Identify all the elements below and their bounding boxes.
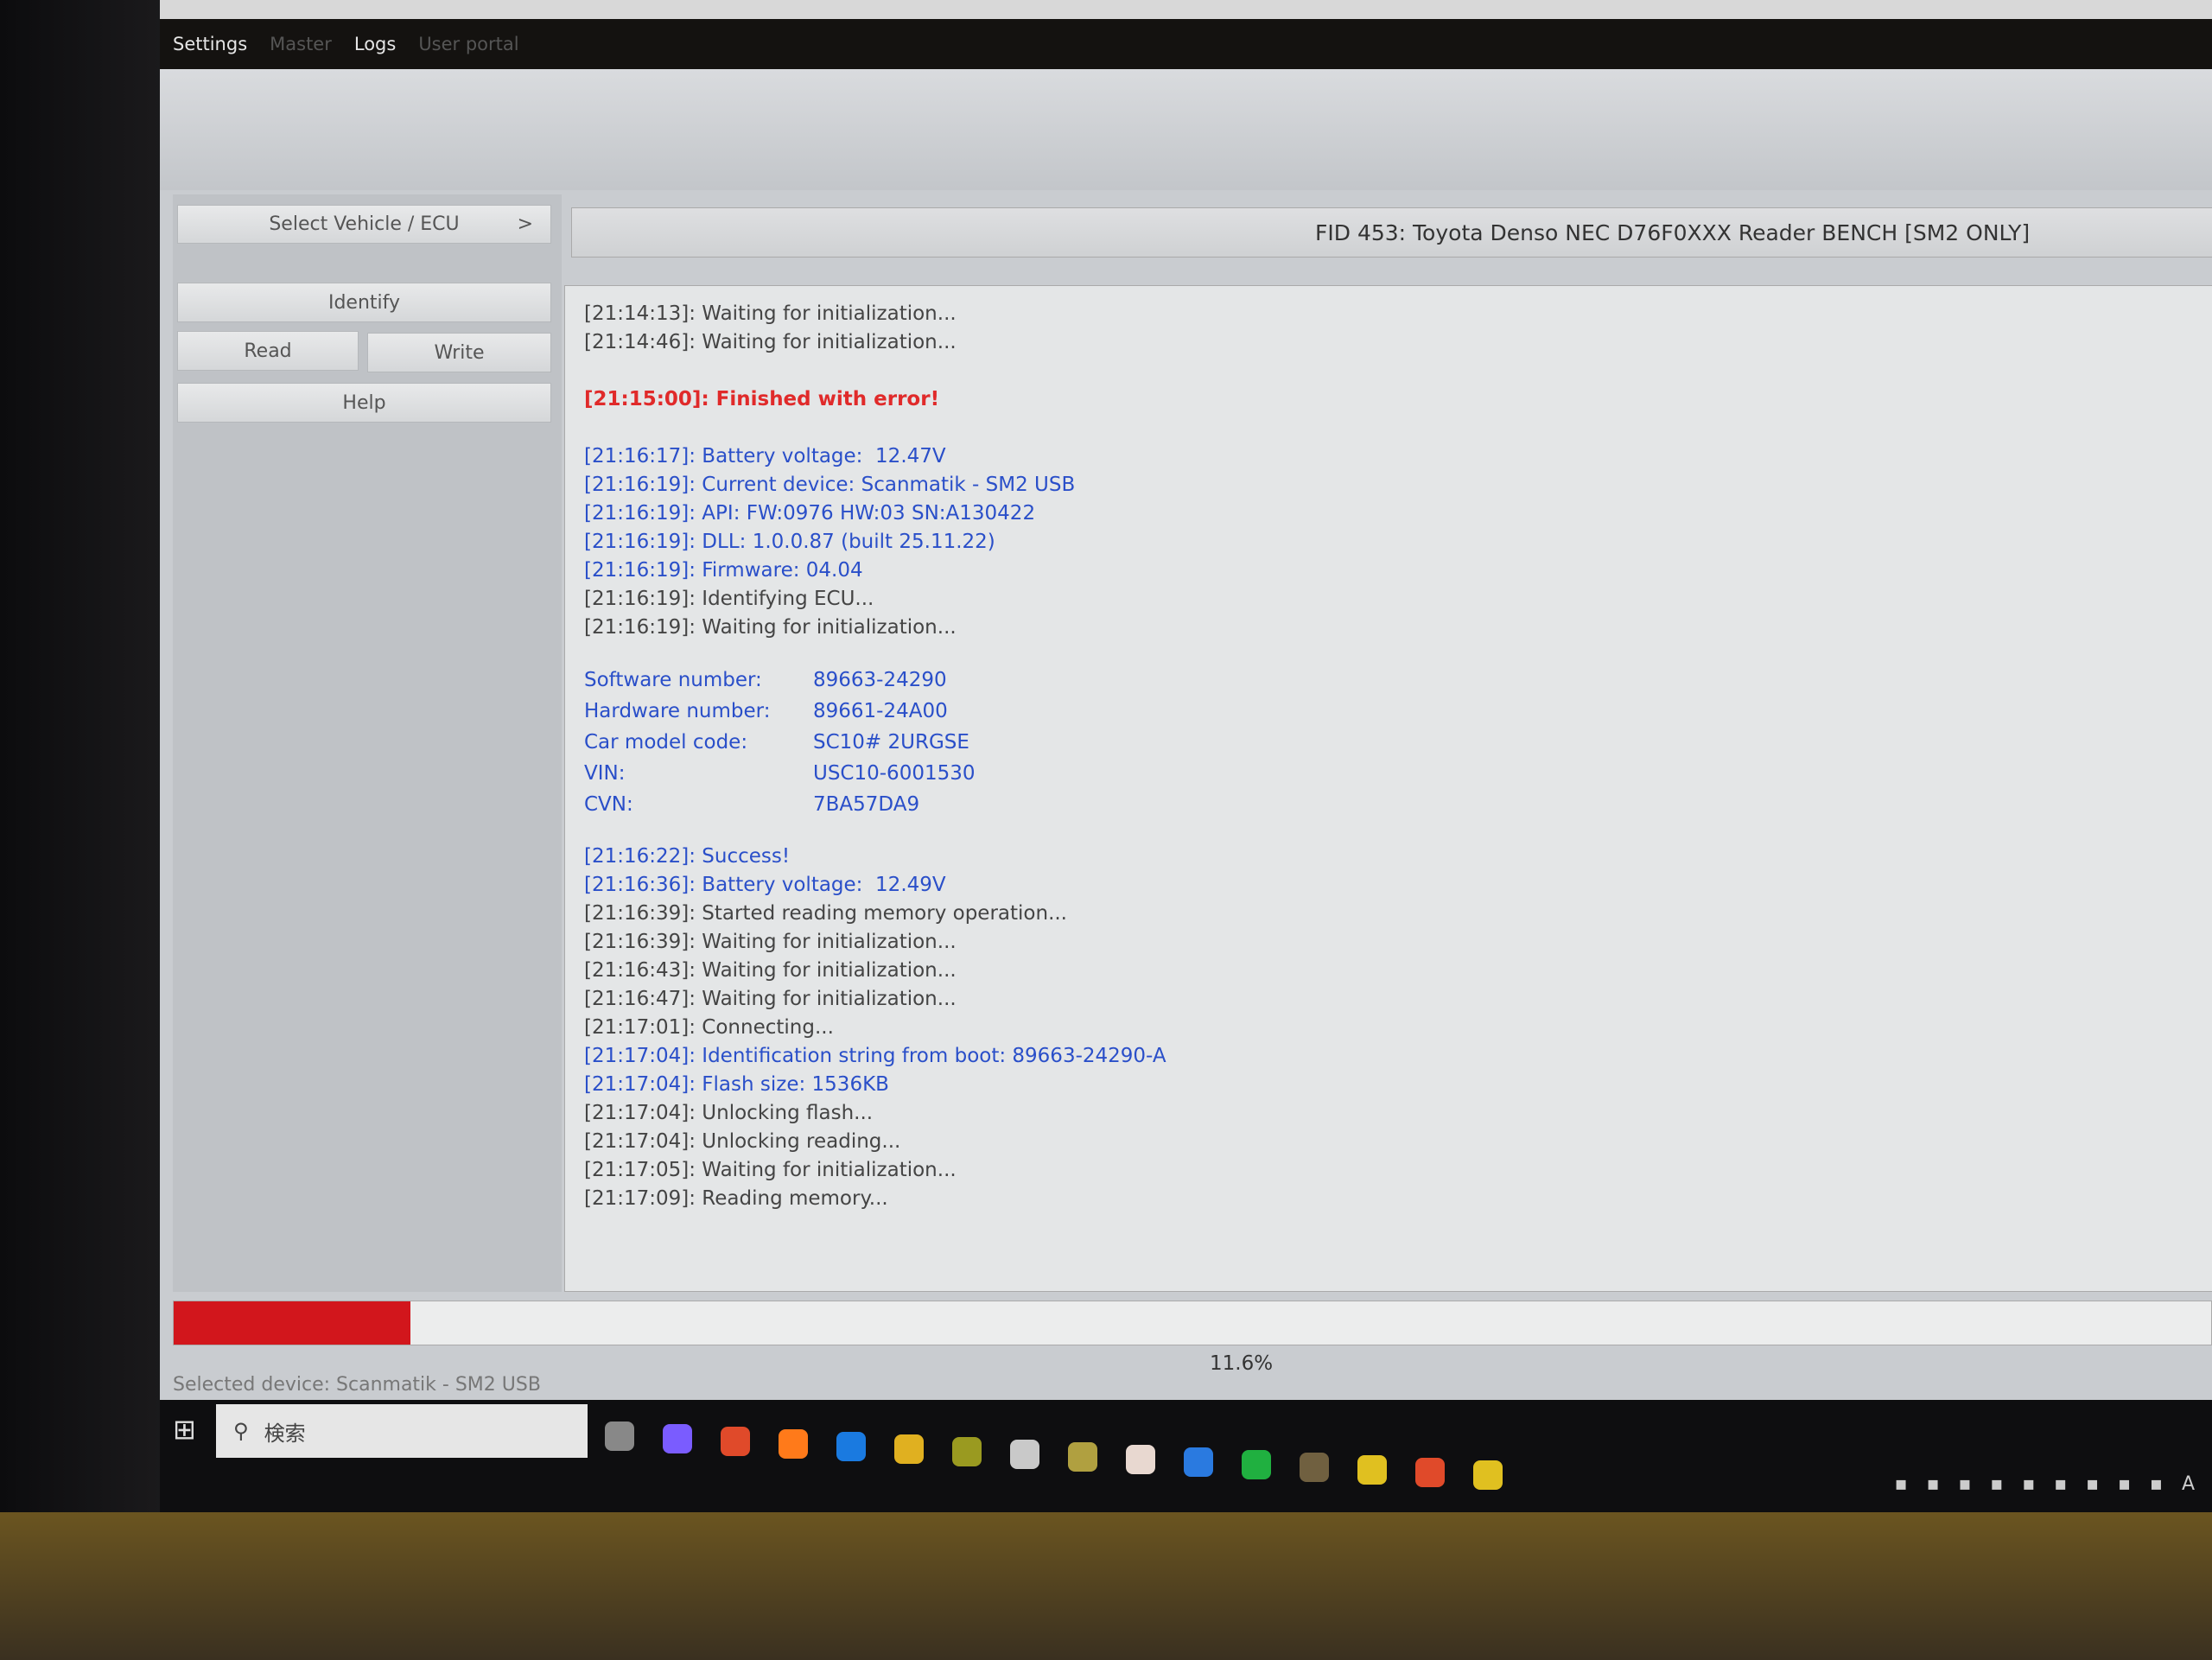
battery-icon[interactable]: ▪ — [1958, 1473, 1971, 1495]
windows-start-icon[interactable]: ⊞ — [173, 1413, 196, 1446]
ecu-info-value: 89661-24A00 — [813, 700, 948, 722]
log-line: [21:16:43]: Waiting for initialization..… — [584, 959, 957, 982]
select-vehicle-button[interactable]: Select Vehicle / ECU > — [177, 205, 551, 244]
log-line: [21:16:47]: Waiting for initialization..… — [584, 988, 957, 1010]
ecu-info-row: VIN: USC10-6001530 — [584, 760, 2195, 791]
write-button[interactable]: Write — [367, 333, 551, 372]
log-lines-2: [21:16:22]: Success! [21:16:36]: Battery … — [584, 843, 2195, 1213]
log-line: [21:17:04]: Identification string from b… — [584, 1045, 1166, 1067]
search-icon: ⚲ — [233, 1419, 249, 1443]
bluetooth-icon[interactable]: ▪ — [2054, 1473, 2067, 1495]
app-tray-icon[interactable]: ▪ — [2022, 1473, 2035, 1495]
file-explorer-icon[interactable] — [894, 1434, 924, 1464]
menu-master: Master — [270, 34, 332, 54]
onedrive-icon[interactable]: ▪ — [1990, 1473, 2003, 1495]
ecu-info-row: Car model code: SC10# 2URGSE — [584, 728, 2195, 760]
app-green-icon[interactable] — [952, 1437, 982, 1466]
ecu-info: Software number: 89663-24290 Hardware numb… — [584, 666, 2195, 822]
ecu-info-row: Software number: 89663-24290 — [584, 666, 2195, 697]
menu-bar: Settings Master Logs User portal — [160, 19, 2212, 69]
defender-icon[interactable]: ▪ — [2086, 1473, 2099, 1495]
menu-settings[interactable]: Settings — [173, 34, 247, 54]
whatsapp-icon[interactable] — [1242, 1450, 1271, 1479]
log-line: [21:16:22]: Success! — [584, 845, 791, 868]
task-view-icon[interactable] — [605, 1421, 634, 1451]
log-panel[interactable]: [21:14:13]: Waiting for initialization..… — [564, 285, 2212, 1292]
log-line: [21:17:05]: Waiting for initialization..… — [584, 1159, 957, 1181]
log-line: [21:16:19]: Current device: Scanmatik - … — [584, 474, 1076, 496]
chevron-right-icon: > — [517, 213, 533, 235]
laptop-body — [0, 1512, 2212, 1660]
ecu-info-value: 7BA57DA9 — [813, 793, 920, 816]
mute-icon[interactable]: ▪ — [2150, 1473, 2163, 1495]
taskbar: ⊞ ⚲ 検索 ▪ ▪ ▪ ▪ ▪ ▪ ▪ ▪ ▪ A — [160, 1400, 2212, 1512]
laptop-bezel — [0, 0, 164, 1660]
screen: Settings Master Logs User portal Select … — [160, 0, 2212, 1512]
read-button[interactable]: Read — [177, 331, 359, 371]
ecu-info-key: Car model code: — [584, 731, 748, 754]
ecu-info-key: CVN: — [584, 793, 633, 816]
firefox-icon[interactable] — [779, 1429, 808, 1459]
app-yellow-icon[interactable] — [1357, 1455, 1387, 1485]
header-banner — [160, 69, 2212, 190]
progress-percent: 11.6% — [1210, 1352, 1274, 1375]
chrome-2-icon[interactable] — [1415, 1458, 1445, 1487]
ecu-info-key: Hardware number: — [584, 700, 771, 722]
log-line: [21:17:04]: Unlocking reading... — [584, 1130, 901, 1153]
log-line: [21:16:19]: Identifying ECU... — [584, 588, 874, 610]
log-line: [21:16:39]: Started reading memory opera… — [584, 902, 1067, 925]
fid-title: FID 453: Toyota Denso NEC D76F0XXX Reade… — [571, 207, 2212, 258]
ecu-info-value: USC10-6001530 — [813, 762, 976, 785]
log-line: [21:17:04]: Unlocking flash... — [584, 1102, 874, 1124]
app-media-icon[interactable] — [1010, 1440, 1039, 1469]
ecu-info-row: CVN: 7BA57DA9 — [584, 791, 2195, 822]
taskbar-search[interactable]: ⚲ 検索 — [216, 1404, 588, 1458]
search-placeholder: 検索 — [264, 1421, 306, 1446]
window-titlebar — [160, 0, 2212, 19]
log-line: [21:17:04]: Flash size: 1536KB — [584, 1073, 889, 1096]
ime-indicator[interactable]: A — [2182, 1473, 2195, 1495]
log-line: [21:15:00]: Finished with error! — [584, 388, 940, 410]
chrome-icon[interactable] — [721, 1427, 750, 1456]
log-line: [21:16:39]: Waiting for initialization..… — [584, 931, 957, 953]
app-blue-icon[interactable] — [1184, 1447, 1213, 1477]
log-line: [21:17:01]: Connecting... — [584, 1016, 834, 1039]
identify-button[interactable]: Identify — [177, 283, 551, 322]
app-hex-icon[interactable] — [1068, 1442, 1097, 1472]
menu-logs[interactable]: Logs — [354, 34, 396, 54]
copilot-icon[interactable] — [663, 1424, 692, 1453]
app-ms-icon[interactable] — [1300, 1453, 1329, 1482]
log-line: [21:16:19]: DLL: 1.0.0.87 (built 25.11.2… — [584, 531, 995, 553]
app-tool-icon[interactable] — [1126, 1445, 1155, 1474]
log-line: [21:14:46]: Waiting for initialization..… — [584, 331, 957, 353]
ecu-info-key: VIN: — [584, 762, 626, 785]
menu-user-portal: User portal — [418, 34, 519, 54]
status-bar-text: Selected device: Scanmatik - SM2 USB — [173, 1374, 541, 1396]
log-line: [21:14:13]: Waiting for initialization..… — [584, 302, 957, 325]
teamviewer-icon[interactable]: ▪ — [1927, 1473, 1940, 1495]
log-lines: [21:14:13]: Waiting for initialization..… — [584, 300, 2195, 642]
log-line: [21:16:17]: Battery voltage: 12.47V — [584, 445, 946, 467]
ecu-info-value: SC10# 2URGSE — [813, 731, 969, 754]
app-yellow-2-icon[interactable] — [1473, 1460, 1503, 1490]
usb-icon[interactable]: ▪ — [2118, 1473, 2131, 1495]
log-line: [21:16:36]: Battery voltage: 12.49V — [584, 874, 946, 896]
log-line: [21:16:19]: Waiting for initialization..… — [584, 616, 957, 639]
ecu-info-row: Hardware number: 89661-24A00 — [584, 697, 2195, 728]
progress-fill — [174, 1301, 410, 1345]
signal-icon[interactable]: ▪ — [1895, 1473, 1908, 1495]
help-button[interactable]: Help — [177, 383, 551, 423]
log-line: [21:17:09]: Reading memory... — [584, 1187, 888, 1210]
log-line: [21:16:19]: API: FW:0976 HW:03 SN:A13042… — [584, 502, 1036, 525]
edge-blue-icon[interactable] — [836, 1432, 866, 1461]
ecu-info-value: 89663-24290 — [813, 669, 947, 691]
log-line: [21:16:19]: Firmware: 04.04 — [584, 559, 863, 582]
system-tray: ▪ ▪ ▪ ▪ ▪ ▪ ▪ ▪ ▪ A — [1895, 1473, 2195, 1495]
select-vehicle-label: Select Vehicle / ECU — [269, 213, 460, 235]
ecu-info-key: Software number: — [584, 669, 762, 691]
progress-bar — [173, 1301, 2212, 1345]
